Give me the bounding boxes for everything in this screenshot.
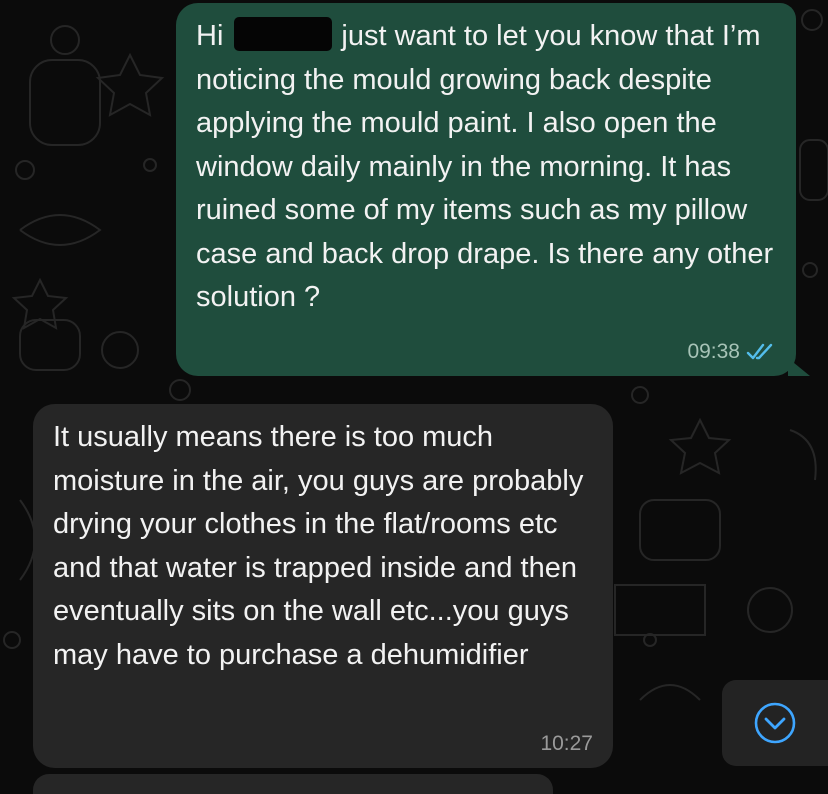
incoming-message-bubble[interactable]: It usually means there is too much moist…: [33, 404, 613, 768]
outgoing-message-text: Hi just want to let you know that I’m not…: [196, 15, 782, 320]
message-body: just want to let you know that I’m notic…: [196, 20, 774, 313]
outgoing-message-time: 09:38: [687, 340, 740, 363]
outgoing-message-meta: 09:38: [687, 340, 776, 364]
double-check-icon: [746, 343, 773, 360]
scroll-to-bottom-button[interactable]: [722, 680, 828, 766]
bubble-tail: [788, 358, 810, 376]
incoming-message-text: It usually means there is too much moist…: [53, 421, 584, 671]
chevron-down-circle-icon: [754, 702, 796, 744]
next-message-bubble-edge: [33, 774, 553, 794]
redacted-name: [234, 17, 333, 51]
outgoing-message-bubble[interactable]: Hi just want to let you know that I’m not…: [176, 3, 810, 376]
message-greeting: Hi: [196, 20, 224, 52]
incoming-message-time: 10:27: [540, 732, 593, 755]
